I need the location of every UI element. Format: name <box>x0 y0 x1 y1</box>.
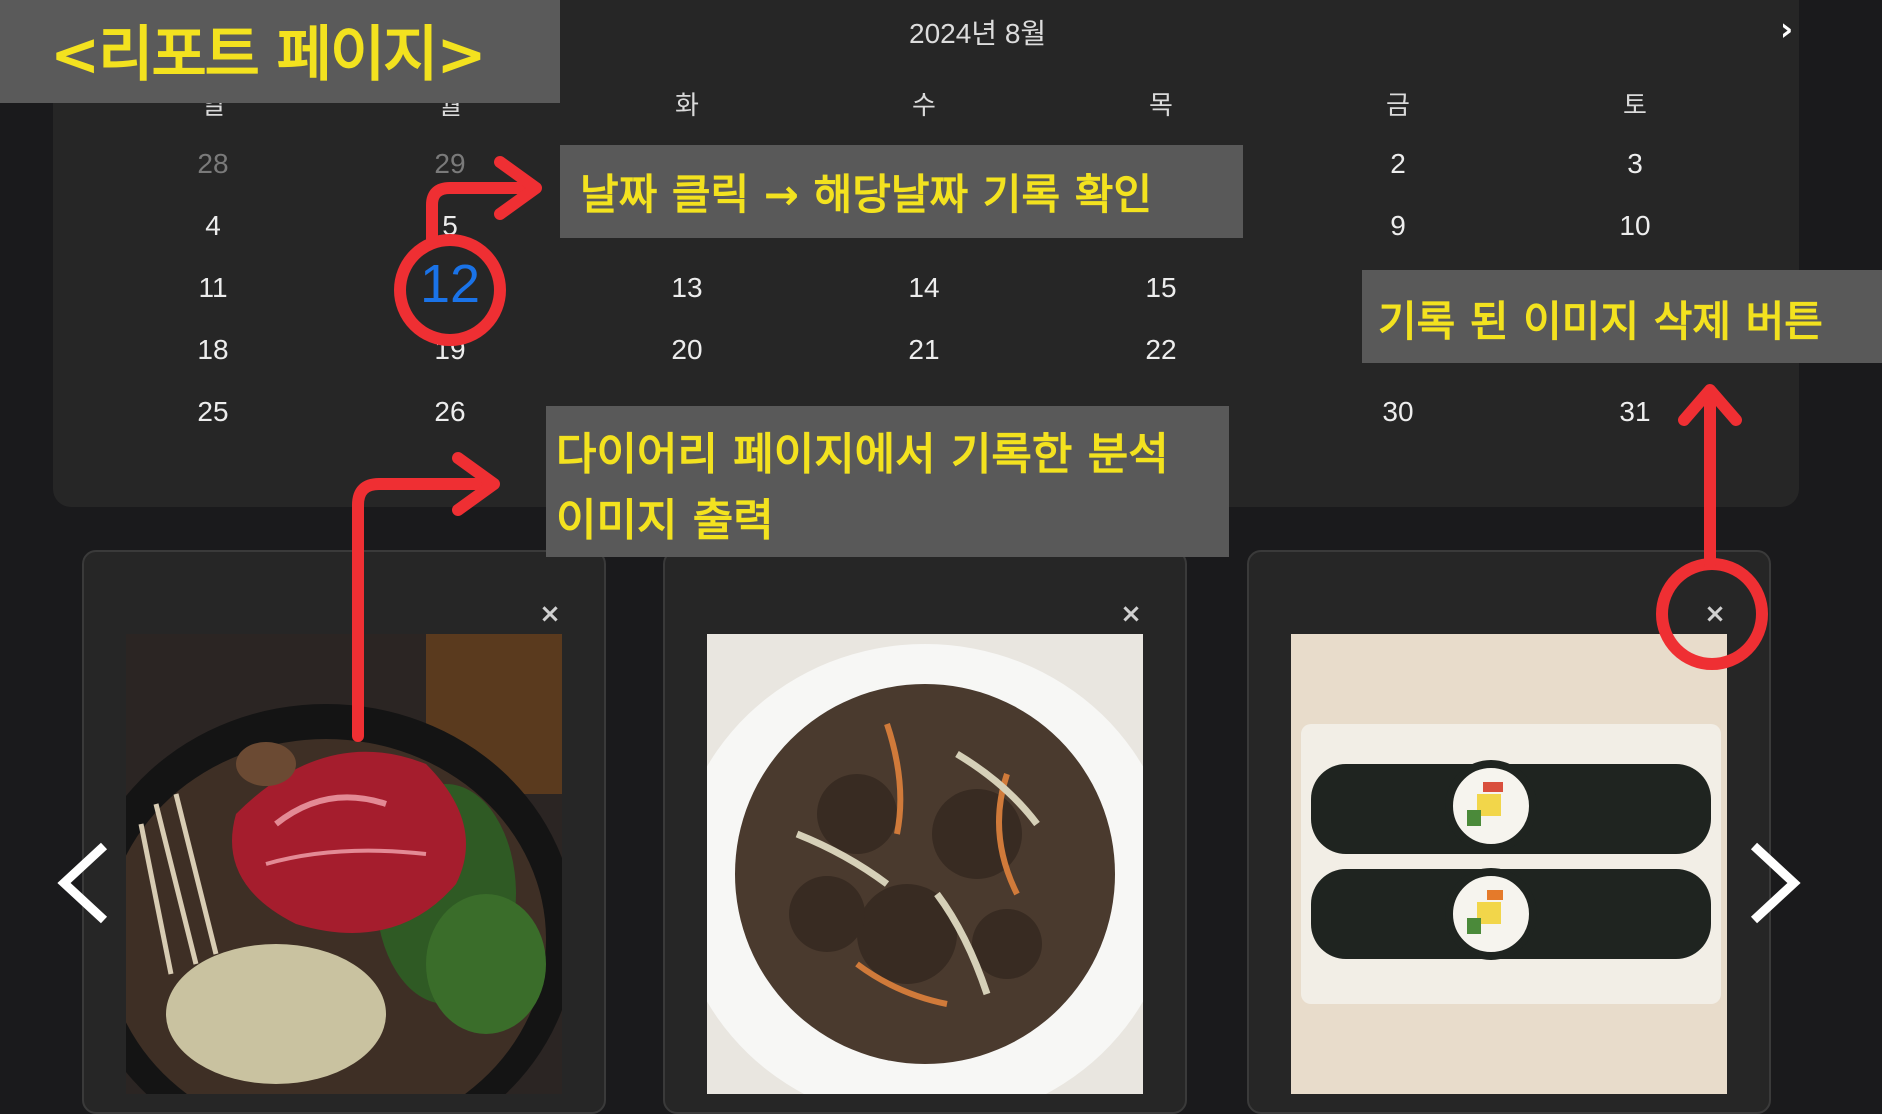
day-cell[interactable]: 4 <box>168 210 258 242</box>
date-click-note-text: 날짜 클릭 → 해당날짜 기록 확인 <box>580 170 1152 219</box>
date-click-note: 날짜 클릭 → 해당날짜 기록 확인 <box>560 145 1243 238</box>
day-cell[interactable]: 2 <box>1353 148 1443 180</box>
day-cell[interactable]: 25 <box>168 396 258 428</box>
day-cell[interactable]: 10 <box>1590 210 1680 242</box>
day-cell[interactable]: 20 <box>642 334 732 366</box>
delete-button[interactable]: × <box>1699 598 1731 630</box>
sukiyaki-photo <box>126 634 562 1094</box>
day-cell[interactable]: 29 <box>405 148 495 180</box>
day-cell[interactable]: 14 <box>879 272 969 304</box>
day-cell[interactable]: 30 <box>1353 396 1443 428</box>
record-card-1: × <box>82 550 606 1114</box>
delete-button-note-text: 기록 된 이미지 삭제 버튼 <box>1378 297 1823 346</box>
day-cell[interactable]: 19 <box>405 334 495 366</box>
bulgogi-photo <box>707 634 1143 1094</box>
record-card-2: × <box>663 550 1187 1114</box>
day-cell[interactable]: 26 <box>405 396 495 428</box>
day-cell[interactable]: 31 <box>1590 396 1680 428</box>
weekday-sat: 토 <box>1623 91 1647 121</box>
delete-button[interactable]: × <box>534 598 566 630</box>
day-cell[interactable]: 22 <box>1116 334 1206 366</box>
weekday-wed: 수 <box>912 91 936 121</box>
diary-note-line1: 다이어리 페이지에서 기록한 분석 <box>556 429 1169 480</box>
day-cell[interactable]: 9 <box>1353 210 1443 242</box>
weekday-thu: 목 <box>1149 91 1173 121</box>
diary-image-note: 다이어리 페이지에서 기록한 분석 이미지 출력 <box>546 406 1229 557</box>
chevron-left-icon[interactable] <box>54 838 114 932</box>
month-title: 2024년 8월 <box>909 18 1047 49</box>
day-cell[interactable]: 13 <box>642 272 732 304</box>
selected-day-cell[interactable]: 12 <box>405 253 495 315</box>
next-month-button[interactable]: › <box>1780 10 1793 48</box>
day-cell[interactable]: 5 <box>405 210 495 242</box>
weekday-tue: 화 <box>675 91 699 121</box>
day-cell[interactable]: 28 <box>168 148 258 180</box>
page-title: <리포트 페이지> <box>50 20 487 90</box>
kimbap-photo <box>1291 634 1727 1094</box>
delete-button[interactable]: × <box>1115 598 1147 630</box>
diary-note-line2: 이미지 출력 <box>556 495 774 546</box>
record-card-3: × <box>1247 550 1771 1114</box>
day-cell[interactable]: 18 <box>168 334 258 366</box>
day-cell[interactable]: 21 <box>879 334 969 366</box>
page-title-box: <리포트 페이지> <box>0 0 560 103</box>
delete-button-note: 기록 된 이미지 삭제 버튼 <box>1362 270 1882 363</box>
day-cell[interactable]: 11 <box>168 272 258 304</box>
chevron-right-icon[interactable] <box>1744 838 1804 932</box>
day-cell[interactable]: 15 <box>1116 272 1206 304</box>
day-cell[interactable]: 3 <box>1590 148 1680 180</box>
weekday-fri: 금 <box>1386 91 1410 121</box>
